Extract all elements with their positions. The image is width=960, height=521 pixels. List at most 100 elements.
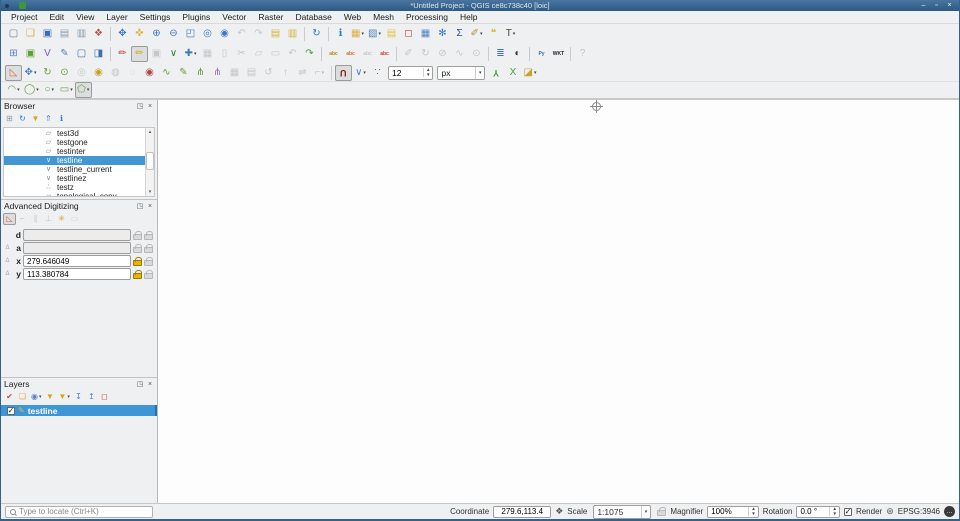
- menu-settings[interactable]: Settings: [134, 11, 177, 23]
- modify-attributes-selected-button[interactable]: ▦: [199, 46, 216, 62]
- pan-to-selection-button[interactable]: ✜: [131, 26, 148, 42]
- style-manager-button[interactable]: ❖: [90, 26, 107, 42]
- cad-perpendicular-button[interactable]: ⊥: [42, 213, 55, 225]
- menu-vector[interactable]: Vector: [216, 11, 252, 23]
- remove-layer-button[interactable]: ◻: [98, 391, 111, 403]
- pin-unpin-labels-button[interactable]: abc: [359, 46, 376, 62]
- new-shapefile-layer-button[interactable]: V: [39, 46, 56, 62]
- rotation-input[interactable]: [797, 507, 829, 516]
- cad-x-input[interactable]: [23, 255, 131, 267]
- menu-project[interactable]: Project: [5, 11, 43, 23]
- redo-button[interactable]: ↷: [301, 46, 318, 62]
- draw-circle-button[interactable]: ◯▾: [22, 82, 41, 98]
- filter-legend-expression-button[interactable]: ▼▾: [57, 391, 72, 403]
- minimize-button[interactable]: –: [919, 2, 928, 10]
- offset-point-symbol-button[interactable]: ↑: [277, 65, 294, 81]
- browser-refresh-button[interactable]: ↻: [16, 113, 29, 125]
- simplify-feature-button[interactable]: ⊙: [56, 65, 73, 81]
- browser-item-topological_copy[interactable]: ▱topological_copy: [4, 192, 145, 196]
- new-spatialite-layer-button[interactable]: ▢: [73, 46, 90, 62]
- cut-features-button[interactable]: ✂: [233, 46, 250, 62]
- delete-part-button[interactable]: ◉: [141, 65, 158, 81]
- open-layer-styling-button[interactable]: ✔: [3, 391, 16, 403]
- select-by-expression-button[interactable]: ▧▾: [366, 26, 383, 42]
- zoom-to-layer-button[interactable]: ◉: [216, 26, 233, 42]
- cad-a-lock-icon[interactable]: [133, 247, 142, 253]
- snapping-tolerance-spin-arrows[interactable]: ▲▼: [423, 68, 432, 78]
- new-project-button[interactable]: ▢: [5, 26, 22, 42]
- scroll-down-icon[interactable]: ▾: [149, 188, 152, 196]
- paste-features-button[interactable]: ▭: [267, 46, 284, 62]
- zoom-out-button[interactable]: ⊖: [165, 26, 182, 42]
- rotate-label-button[interactable]: ↻: [417, 46, 434, 62]
- snapping-on-intersection-button[interactable]: X: [504, 65, 521, 81]
- enable-advanced-digitizing-button[interactable]: ◺: [5, 65, 22, 81]
- rotation-spin-arrows[interactable]: ▲▼: [829, 507, 838, 517]
- cad-y-input[interactable]: [23, 268, 131, 280]
- delete-selected-button[interactable]: ▯: [216, 46, 233, 62]
- add-part-button[interactable]: ◉: [90, 65, 107, 81]
- split-parts-button[interactable]: ⋔: [209, 65, 226, 81]
- cad-y-repeating-lock-icon[interactable]: [144, 273, 153, 279]
- log-messages-icon[interactable]: …: [944, 506, 955, 517]
- cad-d-lock-icon[interactable]: [133, 234, 142, 240]
- menu-processing[interactable]: Processing: [400, 11, 454, 23]
- current-edits-button[interactable]: ✏: [114, 46, 131, 62]
- python-console-button[interactable]: Py: [533, 46, 550, 62]
- circular-string-curve-button[interactable]: ◠▾: [5, 82, 22, 98]
- render-checkbox[interactable]: ✓: [844, 508, 852, 516]
- layers-panel-float-button[interactable]: ◳: [136, 381, 144, 388]
- locate-bar[interactable]: [5, 506, 153, 518]
- scroll-track[interactable]: [146, 136, 154, 188]
- rotate-point-symbols-button[interactable]: ↺: [260, 65, 277, 81]
- snapping-tolerance-spinbox[interactable]: ▲▼: [388, 66, 433, 80]
- avoid-overlap-button[interactable]: ◪▾: [521, 65, 538, 81]
- crs-globe-icon[interactable]: ⊛: [886, 507, 894, 516]
- zoom-to-selection-button[interactable]: ◎: [199, 26, 216, 42]
- text-annotation-button[interactable]: T▾: [502, 26, 519, 42]
- fill-ring-button[interactable]: ◍: [107, 65, 124, 81]
- layer-row-testline[interactable]: ✓✎testline: [1, 405, 157, 416]
- layers-panel-close-button[interactable]: ×: [146, 381, 154, 388]
- scroll-up-icon[interactable]: ▴: [149, 128, 152, 136]
- statistics-panel-button[interactable]: Σ: [451, 26, 468, 42]
- browser-item-testgone[interactable]: ▱testgone: [4, 138, 145, 147]
- map-tips-button[interactable]: ❝: [485, 26, 502, 42]
- merge-attributes-button[interactable]: ▤: [243, 65, 260, 81]
- zoom-in-button[interactable]: ⊕: [148, 26, 165, 42]
- move-label-button[interactable]: ✐: [400, 46, 417, 62]
- plugin-help-button[interactable]: ?: [574, 46, 591, 62]
- advanced-digitizing-panel-float-button[interactable]: ◳: [136, 203, 144, 210]
- cad-common-angles-button[interactable]: ✳: [55, 213, 68, 225]
- refresh-map-button[interactable]: ↻: [308, 26, 325, 42]
- enable-snapping-button[interactable]: U: [335, 65, 352, 81]
- browser-item-testinter[interactable]: ▱testinter: [4, 147, 145, 156]
- browser-filter-button[interactable]: ▼: [29, 113, 42, 125]
- browser-panel-close-button[interactable]: ×: [146, 103, 154, 110]
- scale-lock-icon[interactable]: [657, 510, 666, 516]
- new-print-layout-button[interactable]: ▤: [56, 26, 73, 42]
- layer-diagram-button[interactable]: abc: [342, 46, 359, 62]
- topological-editing-button[interactable]: Y: [487, 65, 504, 81]
- cad-x-repeating-lock-icon[interactable]: [144, 260, 153, 266]
- identify-features-button[interactable]: ℹ: [332, 26, 349, 42]
- zoom-full-button[interactable]: ◰: [182, 26, 199, 42]
- zoom-next-button[interactable]: ↷: [250, 26, 267, 42]
- menu-view[interactable]: View: [70, 11, 100, 23]
- locate-input[interactable]: [19, 507, 152, 516]
- reverse-line-button[interactable]: ⇌: [294, 65, 311, 81]
- cad-enable-button[interactable]: ◺: [3, 213, 16, 225]
- cad-d-repeating-lock-icon[interactable]: [144, 234, 153, 240]
- zoom-last-button[interactable]: ↶: [233, 26, 250, 42]
- snapping-tolerance-input[interactable]: [389, 68, 423, 78]
- new-temporary-scratch-layer-button[interactable]: ✎: [56, 46, 73, 62]
- scale-combo[interactable]: 1:1075 ▾: [593, 505, 651, 519]
- browser-item-testline[interactable]: ∨testline: [4, 156, 145, 165]
- highlight-pinned-labels-button[interactable]: abc: [376, 46, 393, 62]
- layer-labeling-button[interactable]: abc: [325, 46, 342, 62]
- wkt-plugin-button[interactable]: WKT: [550, 46, 567, 62]
- browser-scrollbar[interactable]: ▴ ▾: [145, 128, 154, 196]
- crs-status[interactable]: EPSG:3946: [898, 507, 940, 516]
- merge-features-button[interactable]: ▦: [226, 65, 243, 81]
- move-feature-button[interactable]: ✥▾: [22, 65, 39, 81]
